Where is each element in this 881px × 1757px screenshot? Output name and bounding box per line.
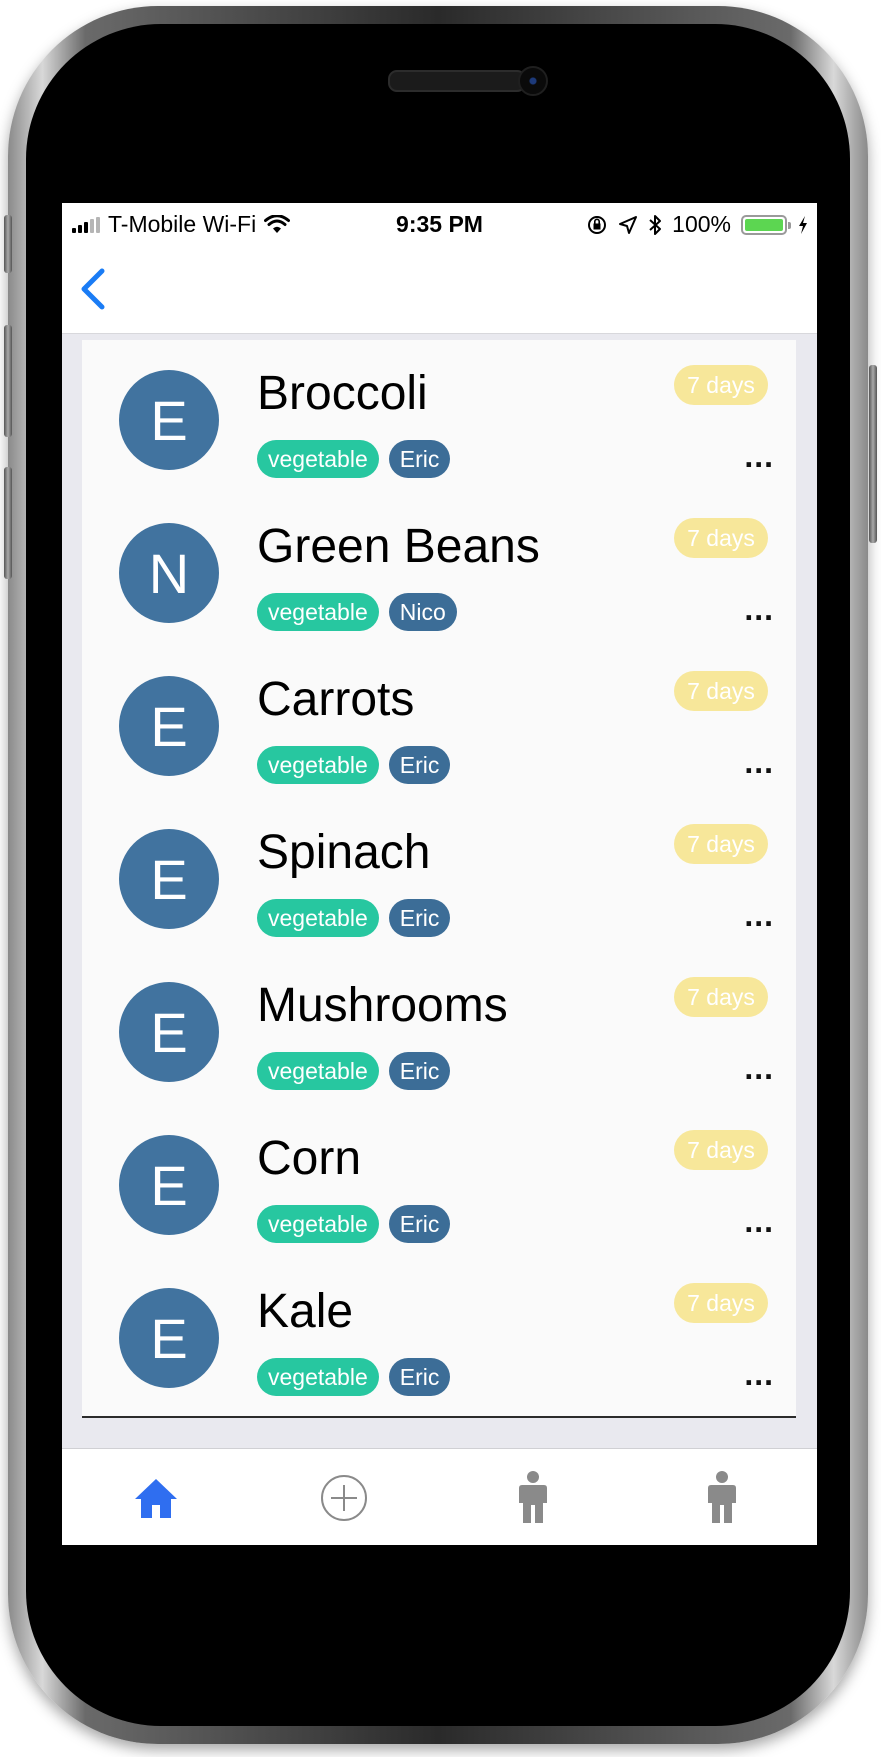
list-item[interactable]: E Broccoli vegetable Eric 7 days ... [82, 340, 796, 500]
avatar: E [119, 370, 219, 470]
item-name: Green Beans [257, 520, 540, 573]
list-item[interactable]: E Kale vegetable Eric 7 days ... [82, 1258, 796, 1418]
person-tag: Eric [388, 746, 451, 784]
person-tag: Nico [388, 593, 457, 631]
back-button[interactable] [76, 265, 116, 313]
item-name: Broccoli [257, 367, 428, 420]
category-tag: vegetable [257, 1052, 379, 1090]
person-tag: Eric [388, 1205, 451, 1243]
avatar: E [119, 676, 219, 776]
avatar: E [119, 982, 219, 1082]
avatar: N [119, 523, 219, 623]
more-options-button[interactable]: ... [744, 897, 774, 934]
tag-group: vegetable Eric [257, 899, 451, 937]
tag-group: vegetable Eric [257, 1052, 451, 1090]
list-item[interactable]: E Corn vegetable Eric 7 days ... [82, 1105, 796, 1265]
list-item[interactable]: N Green Beans vegetable Nico 7 days ... [82, 493, 796, 653]
avatar: E [119, 1288, 219, 1388]
category-tag: vegetable [257, 440, 379, 478]
bluetooth-icon [649, 214, 662, 235]
tab-home[interactable] [62, 1449, 250, 1545]
tab-person-1[interactable] [439, 1449, 627, 1545]
item-list[interactable]: E Broccoli vegetable Eric 7 days ... N G… [62, 334, 817, 1448]
more-options-button[interactable]: ... [744, 1050, 774, 1087]
tag-group: vegetable Nico [257, 593, 457, 631]
category-tag: vegetable [257, 593, 379, 631]
item-name: Corn [257, 1132, 362, 1185]
app-screen: T-Mobile Wi-Fi 9:35 PM 100% E Broccoli v… [62, 203, 817, 1545]
tag-group: vegetable Eric [257, 1205, 451, 1243]
days-badge: 7 days [674, 671, 768, 711]
days-badge: 7 days [674, 365, 768, 405]
battery-icon [741, 214, 791, 235]
person-tag: Eric [388, 1358, 451, 1396]
tag-group: vegetable Eric [257, 1358, 451, 1396]
status-right-group: 100% [586, 211, 809, 238]
front-camera [518, 66, 548, 96]
more-options-button[interactable]: ... [744, 744, 774, 781]
days-badge: 7 days [674, 824, 768, 864]
item-name: Mushrooms [257, 979, 508, 1032]
person-icon [708, 1470, 736, 1523]
category-tag: vegetable [257, 1205, 379, 1243]
category-tag: vegetable [257, 746, 379, 784]
earpiece-speaker [388, 70, 526, 92]
days-badge: 7 days [674, 977, 768, 1017]
power-button [869, 365, 877, 543]
more-options-button[interactable]: ... [744, 1356, 774, 1393]
days-badge: 7 days [674, 1283, 768, 1323]
item-name: Carrots [257, 673, 415, 726]
tag-group: vegetable Eric [257, 746, 451, 784]
charging-icon [799, 215, 807, 234]
item-name: Spinach [257, 826, 431, 879]
add-circle-icon [321, 1474, 367, 1521]
tag-group: vegetable Eric [257, 440, 451, 478]
avatar: E [119, 1135, 219, 1235]
volume-down-button [4, 467, 12, 579]
person-tag: Eric [388, 440, 451, 478]
list-item[interactable]: E Mushrooms vegetable Eric 7 days ... [82, 952, 796, 1112]
category-tag: vegetable [257, 1358, 379, 1396]
person-tag: Eric [388, 1052, 451, 1090]
more-options-button[interactable]: ... [744, 1203, 774, 1240]
avatar: E [119, 829, 219, 929]
chevron-left-icon [81, 268, 105, 310]
days-badge: 7 days [674, 1130, 768, 1170]
item-name: Kale [257, 1285, 354, 1338]
home-icon [135, 1478, 177, 1518]
volume-up-button [4, 325, 12, 437]
person-tag: Eric [388, 899, 451, 937]
list-item[interactable]: E Carrots vegetable Eric 7 days ... [82, 646, 796, 806]
status-bar: T-Mobile Wi-Fi 9:35 PM 100% [62, 203, 817, 245]
category-tag: vegetable [257, 899, 379, 937]
tab-bar [62, 1448, 817, 1545]
battery-percent: 100% [672, 211, 731, 237]
tab-person-2[interactable] [628, 1449, 816, 1545]
more-options-button[interactable]: ... [744, 438, 774, 475]
tab-add[interactable] [250, 1449, 438, 1545]
person-icon [519, 1470, 547, 1523]
location-icon [619, 215, 638, 234]
navigation-bar [62, 245, 817, 334]
days-badge: 7 days [674, 518, 768, 558]
more-options-button[interactable]: ... [744, 591, 774, 628]
orientation-lock-icon [588, 215, 607, 234]
list-item[interactable]: E Spinach vegetable Eric 7 days ... [82, 799, 796, 959]
mute-switch [4, 215, 12, 273]
